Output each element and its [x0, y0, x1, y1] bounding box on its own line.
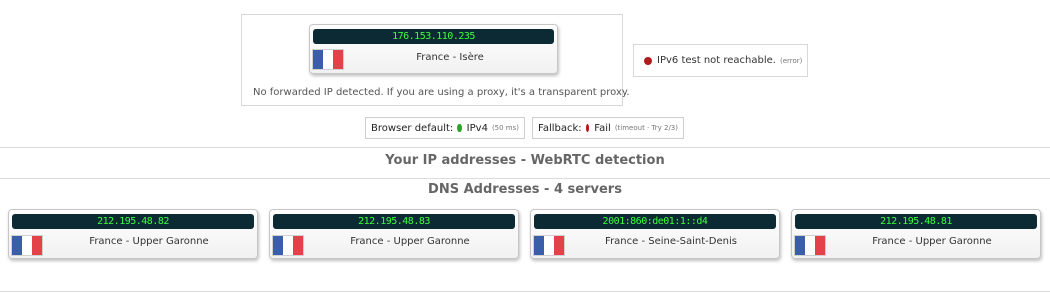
main-ip-address: 176.153.110.235 — [313, 29, 554, 44]
proxy-note: No forwarded IP detected. If you are usi… — [253, 87, 630, 98]
france-flag-icon — [533, 235, 565, 256]
success-status-icon — [457, 124, 462, 132]
fallback-detail: (timeout · Try 2/3) — [614, 124, 678, 132]
fallback-label: Fallback: — [538, 122, 582, 134]
france-flag-icon — [11, 235, 43, 256]
dns-server-location: France - Upper Garonne — [872, 236, 992, 247]
dns-server-address: 212.195.48.83 — [273, 214, 515, 229]
dns-server-card: 212.195.48.81 France - Upper Garonne — [791, 209, 1041, 259]
webrtc-heading: Your IP addresses - WebRTC detection — [385, 153, 665, 168]
france-flag-icon — [312, 49, 344, 70]
dns-server-card: 212.195.48.82 France - Upper Garonne — [8, 209, 258, 259]
fallback-pill: Fallback: Fail (timeout · Try 2/3) — [532, 117, 684, 139]
divider — [0, 178, 1050, 179]
ipv6-status-text: IPv6 test not reachable. — [657, 55, 776, 66]
dns-server-location: France - Seine-Saint-Denis — [605, 236, 737, 247]
dns-server-card: 212.195.48.83 France - Upper Garonne — [269, 209, 519, 259]
browser-default-label: Browser default: — [371, 122, 454, 134]
error-status-icon — [644, 56, 652, 65]
browser-default-protocol: IPv4 — [466, 122, 488, 134]
dns-server-address: 2001:860:de01:1::d4 — [534, 214, 776, 229]
dns-server-address: 212.195.48.81 — [795, 214, 1037, 229]
fail-status-icon — [585, 124, 590, 132]
dns-server-address: 212.195.48.82 — [12, 214, 254, 229]
divider — [0, 291, 1050, 292]
dns-server-location: France - Upper Garonne — [350, 236, 470, 247]
dns-server-card: 2001:860:de01:1::d4 France - Seine-Saint… — [530, 209, 780, 259]
main-ip-panel: 176.153.110.235 France - Isère No forwar… — [241, 14, 630, 106]
france-flag-icon — [794, 235, 826, 256]
divider — [0, 147, 1050, 148]
main-ip-location: France - Isère — [416, 52, 484, 63]
browser-default-pill: Browser default: IPv4 (50 ms) — [365, 117, 525, 139]
france-flag-icon — [272, 235, 304, 256]
ipv6-status-box: IPv6 test not reachable. (error) — [633, 44, 808, 77]
browser-default-timing: (50 ms) — [491, 124, 519, 132]
dns-server-location: France - Upper Garonne — [89, 236, 209, 247]
main-ip-card: 176.153.110.235 France - Isère — [309, 24, 558, 74]
dns-heading: DNS Addresses - 4 servers — [428, 182, 622, 197]
fallback-value: Fail — [594, 122, 611, 134]
ipv6-status-detail: (error) — [779, 56, 803, 65]
